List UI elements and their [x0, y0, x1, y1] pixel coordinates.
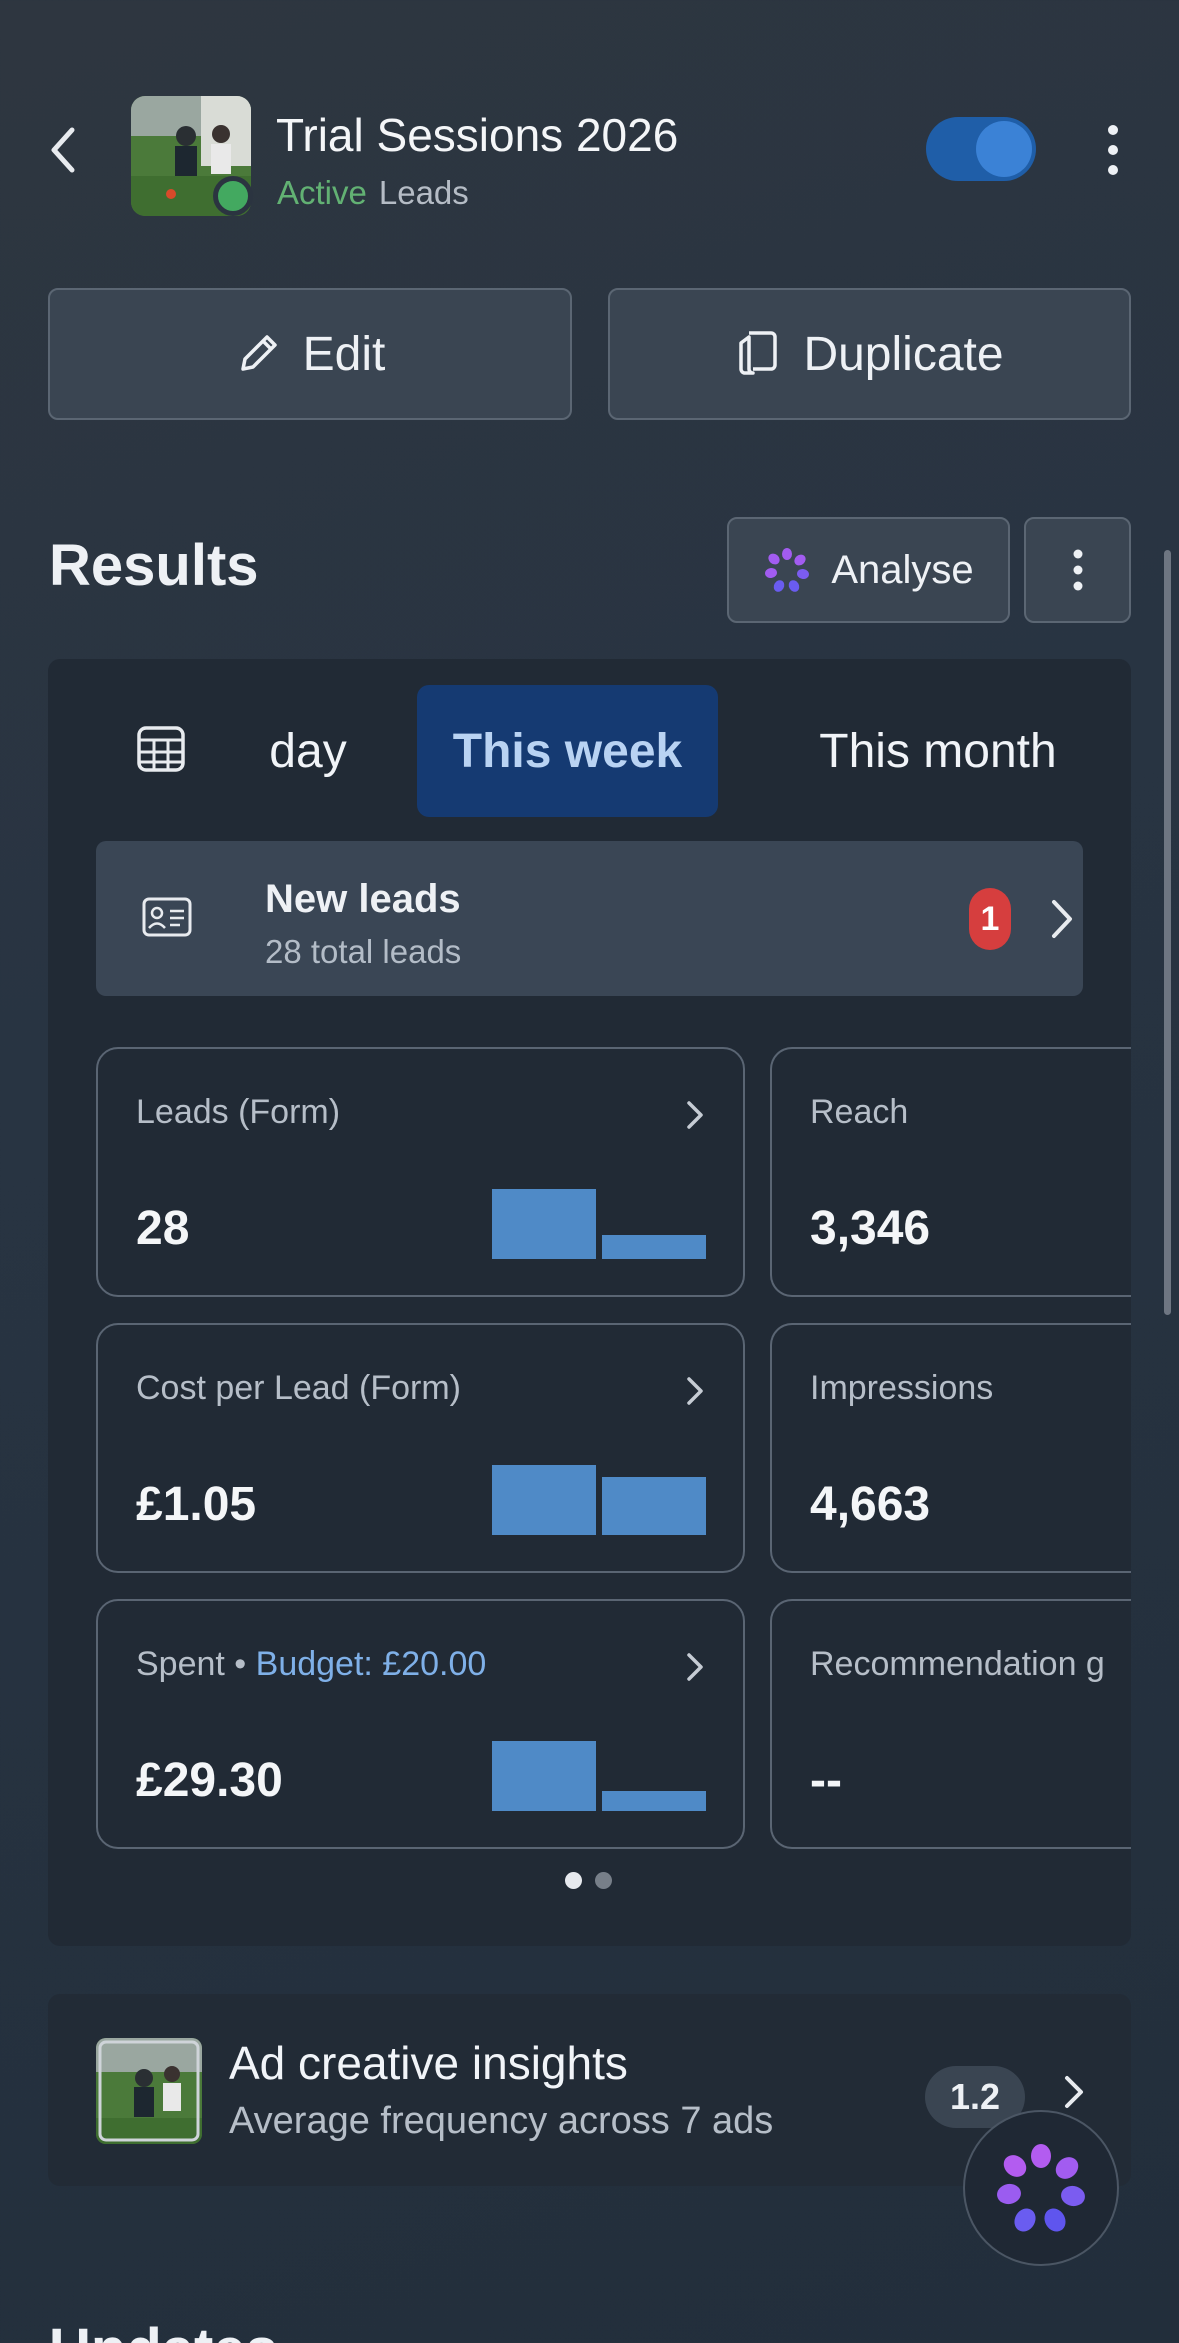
metric-card-spent[interactable]: Spent • Budget: £20.00 £29.30 [96, 1599, 745, 1849]
tab-day[interactable]: day [248, 685, 368, 817]
metric-card-impressions[interactable]: Impressions 4,663 [770, 1323, 1131, 1573]
ai-sparkle-icon [765, 548, 810, 592]
metric-value: £29.30 [136, 1754, 283, 1807]
new-leads-subtitle: 28 total leads [265, 933, 462, 970]
objective-text: Leads [378, 174, 469, 211]
results-heading: Results [49, 533, 259, 598]
active-status-indicator [213, 176, 253, 216]
comparison-bar-previous [602, 1235, 706, 1259]
status-text: Active [277, 174, 367, 211]
analyse-button[interactable]: Analyse [727, 517, 1010, 623]
page-dot [595, 1872, 612, 1889]
metric-label: Reach [810, 1093, 909, 1131]
duplicate-icon [739, 331, 778, 375]
metric-value: £1.05 [136, 1478, 257, 1531]
budget-label: Budget: £20.00 [255, 1645, 487, 1683]
page-indicator [565, 1872, 612, 1889]
comparison-bar-current [492, 1189, 596, 1259]
notification-badge: 1 [969, 888, 1011, 950]
contact-card-icon [142, 897, 192, 937]
comparison-bar-current [492, 1741, 596, 1811]
campaign-title: Trial Sessions 2026 [276, 109, 679, 161]
comparison-bar-previous [602, 1791, 706, 1811]
metric-label: Impressions [810, 1369, 994, 1407]
chevron-right-icon [687, 1653, 703, 1681]
toggle-knob [976, 121, 1032, 177]
metric-card-leads[interactable]: Leads (Form) 28 [96, 1047, 745, 1297]
metric-value: 3,346 [810, 1202, 931, 1255]
page-dot-active [565, 1872, 582, 1889]
edit-button[interactable]: Edit [48, 288, 572, 420]
campaign-toggle[interactable] [926, 117, 1036, 181]
results-more-button[interactable] [1024, 517, 1131, 623]
metric-label: Recommendation g [810, 1645, 1105, 1683]
chevron-right-icon [1052, 900, 1072, 938]
metric-value: 4,663 [810, 1478, 931, 1531]
metric-card-cost-per-lead[interactable]: Cost per Lead (Form) £1.05 [96, 1323, 745, 1573]
new-leads-title: New leads [265, 877, 461, 921]
chevron-right-icon [1065, 2076, 1083, 2108]
spent-label: Spent [136, 1645, 225, 1683]
chevron-left-icon [51, 127, 75, 173]
ai-assistant-button[interactable] [963, 2110, 1119, 2266]
insights-title: Ad creative insights [229, 2037, 628, 2089]
metric-value: 28 [136, 1202, 190, 1255]
back-button[interactable] [44, 120, 84, 180]
tab-this-month[interactable]: This month [788, 685, 1088, 817]
metric-label: Leads (Form) [136, 1093, 341, 1131]
metric-card-reach[interactable]: Reach 3,346 [770, 1047, 1131, 1297]
new-leads-row[interactable]: New leads 28 total leads 1 [96, 841, 1083, 996]
duplicate-label: Duplicate [803, 327, 1004, 381]
more-vertical-icon [1108, 125, 1118, 175]
metric-value: -- [810, 1754, 842, 1807]
results-panel: day This week This month New leads 28 to… [48, 659, 1131, 1946]
metric-card-recommendation[interactable]: Recommendation g -- [770, 1599, 1131, 1849]
comparison-bar-current [492, 1465, 596, 1535]
campaign-subtitle: Active Leads [277, 174, 469, 212]
chevron-right-icon [687, 1377, 703, 1405]
edit-label: Edit [302, 327, 386, 381]
tab-this-week[interactable]: This week [417, 685, 718, 817]
more-options-button[interactable] [1098, 118, 1128, 182]
comparison-bar-previous [602, 1477, 706, 1535]
ad-creative-thumbnail [96, 2038, 202, 2144]
metric-label: Spent • Budget: £20.00 [136, 1645, 487, 1683]
scrollbar[interactable] [1164, 550, 1171, 1315]
pencil-icon [240, 335, 277, 371]
more-vertical-icon [1073, 549, 1082, 591]
analyse-label: Analyse [831, 547, 974, 592]
duplicate-button[interactable]: Duplicate [608, 288, 1131, 420]
metric-label: Cost per Lead (Form) [136, 1369, 461, 1407]
chevron-right-icon [687, 1101, 703, 1129]
insights-subtitle: Average frequency across 7 ads [229, 2100, 774, 2142]
ai-sparkle-icon [997, 2144, 1085, 2232]
next-section-heading: Updates [49, 2316, 278, 2343]
calendar-icon[interactable] [136, 723, 186, 773]
